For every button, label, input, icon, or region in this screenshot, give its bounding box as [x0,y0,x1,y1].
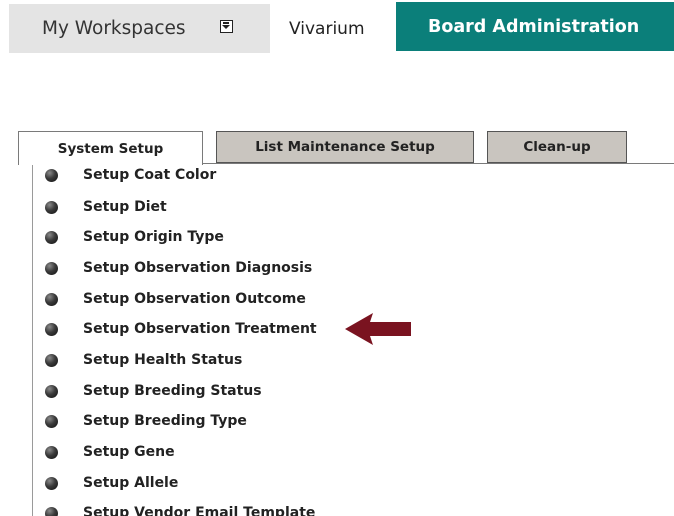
tab-clean-up[interactable]: Clean-up [487,131,627,163]
menu-item-label[interactable]: Setup Breeding Type [83,413,247,429]
bullet-icon [45,292,58,306]
left-arrow-icon [345,313,411,345]
menu-item-label[interactable]: Setup Breeding Status [83,383,262,399]
vivarium-link[interactable]: Vivarium [289,4,365,53]
menu-item-label[interactable]: Setup Health Status [83,352,242,368]
setup-tabs: System Setup List Maintenance Setup Clea… [18,131,674,165]
menu-divider-line [32,165,33,516]
bullet-icon [45,506,58,516]
tab-list-maintenance-setup[interactable]: List Maintenance Setup [216,131,474,163]
bullet-icon [45,384,58,398]
menu-item-label[interactable]: Setup Coat Color [83,167,216,183]
menu-item-label[interactable]: Setup Allele [83,475,178,491]
bullet-icon [45,445,58,459]
menu-item-label[interactable]: Setup Observation Diagnosis [83,260,312,276]
bullet-icon [45,476,58,490]
menu-item-label[interactable]: Setup Gene [83,444,175,460]
menu-item-label[interactable]: Setup Origin Type [83,229,224,245]
bullet-icon [45,414,58,428]
menu-item-label[interactable]: Setup Diet [83,199,167,215]
top-navigation: My Workspaces Vivarium Board Administrat… [0,2,674,53]
bullet-icon [45,230,58,244]
board-administration-tab[interactable]: Board Administration [396,2,674,51]
bullet-icon [45,322,58,336]
bullet-icon [45,168,58,182]
menu-item-label[interactable]: Setup Vendor Email Template [83,505,315,516]
dropdown-icon[interactable] [220,20,233,33]
my-workspaces-menu[interactable]: My Workspaces [9,4,270,53]
bullet-icon [45,261,58,275]
my-workspaces-label: My Workspaces [42,18,186,39]
bullet-icon [45,353,58,367]
menu-item-label[interactable]: Setup Observation Outcome [83,291,306,307]
bullet-icon [45,200,58,214]
arrow-annotation [345,313,411,345]
tab-system-setup[interactable]: System Setup [18,131,203,165]
menu-item-label[interactable]: Setup Observation Treatment [83,321,317,337]
